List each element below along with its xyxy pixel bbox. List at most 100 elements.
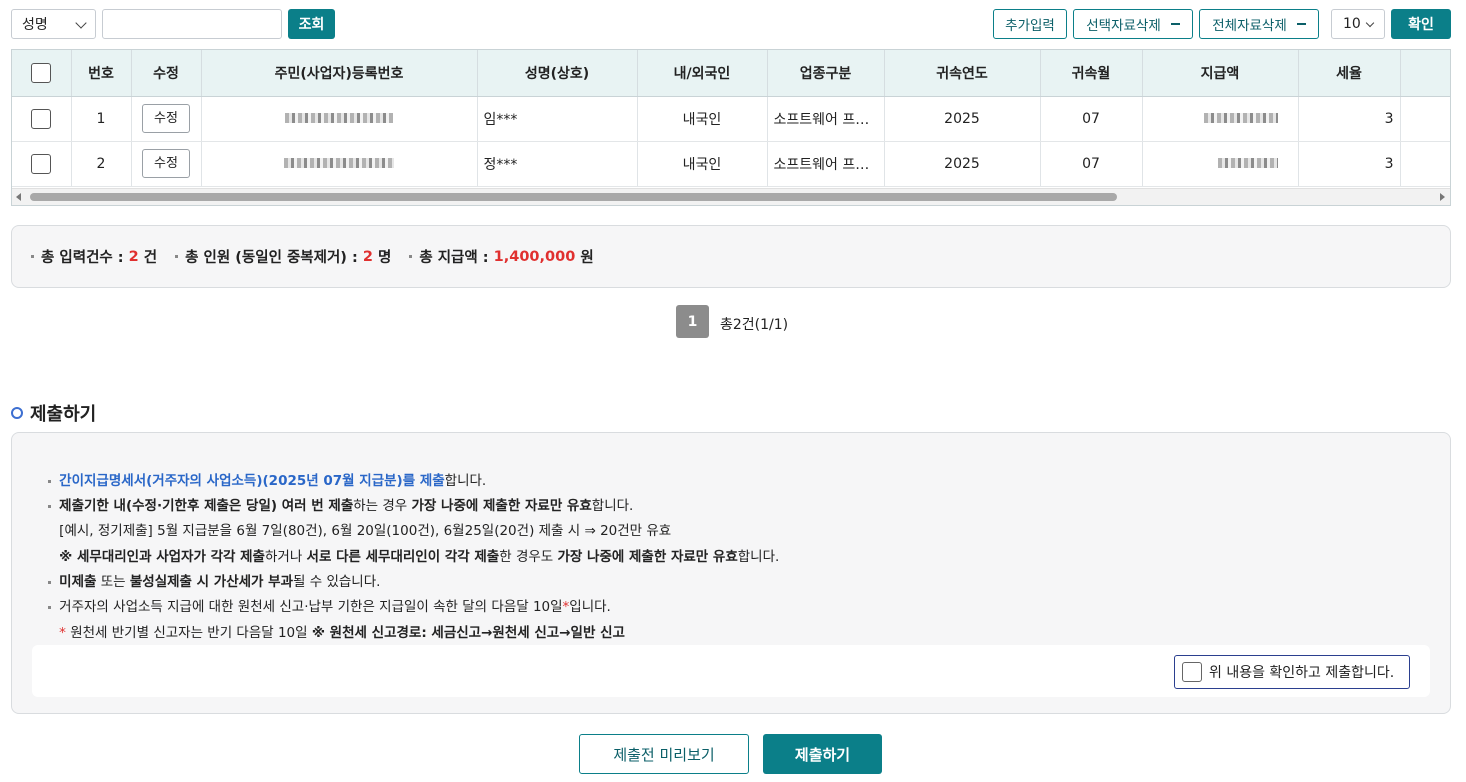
summary-count-value: 2	[128, 248, 139, 265]
summary-persons-unit: 명	[372, 250, 392, 266]
table-row: 1 수정 임*** 내국인 소프트웨어 프… 2025 07 3	[12, 96, 1450, 142]
summary-amount-value: 1,400,000	[493, 248, 576, 265]
summary-count: 총 입력건수 : 2 건	[31, 246, 157, 267]
col-header-empty	[1400, 50, 1450, 97]
row-number: 2	[71, 141, 132, 187]
masked-value	[284, 157, 394, 168]
summary-panel: 총 입력건수 : 2 건 총 인원 (동일인 중복제거) : 2 명 총 지급액…	[11, 225, 1451, 288]
row-select-cell[interactable]	[12, 96, 72, 142]
masked-value	[1203, 112, 1278, 123]
section-title-text: 제출하기	[30, 404, 97, 425]
masked-registration-number	[201, 96, 478, 142]
row-year: 2025	[884, 141, 1041, 187]
data-table: 번호 수정 주민(사업자)등록번호 성명(상호) 내/외국인 업종구분 귀속연도…	[12, 50, 1450, 187]
edit-cell: 수정	[131, 141, 202, 187]
page-info: 총2건(1/1)	[720, 317, 789, 333]
delete-selected-label: 선택자료삭제	[1086, 18, 1161, 34]
notice-text: 합니다.	[737, 549, 780, 565]
row-checkbox[interactable]	[31, 153, 52, 174]
col-header[interactable]: 번호	[71, 50, 132, 97]
col-header[interactable]: 수정	[131, 50, 202, 97]
submit-button[interactable]: 제출하기	[763, 734, 882, 774]
masked-amount	[1142, 96, 1299, 142]
asterisk-mark: *	[59, 625, 66, 641]
scroll-left-icon[interactable]	[16, 193, 21, 201]
scrollbar-thumb[interactable]	[30, 193, 1117, 201]
page-size-value: 10	[1343, 16, 1361, 32]
delete-selected-button[interactable]: 선택자료삭제	[1073, 9, 1193, 39]
delete-all-label: 전체자료삭제	[1212, 18, 1287, 34]
table-header-row: 번호 수정 주민(사업자)등록번호 성명(상호) 내/외국인 업종구분 귀속연도…	[12, 50, 1450, 97]
summary-persons: 총 인원 (동일인 중복제거) : 2 명	[175, 246, 391, 267]
row-business-type: 소프트웨어 프…	[767, 96, 885, 142]
confirm-checkbox-label[interactable]: 위 내용을 확인하고 제출합니다.	[1174, 655, 1410, 689]
confirm-checkbox[interactable]	[1182, 662, 1202, 682]
table-row: 2 수정 정*** 내국인 소프트웨어 프… 2025 07 3	[12, 141, 1450, 187]
chevron-down-icon	[75, 17, 87, 29]
bullet-icon	[409, 255, 413, 258]
bullet-icon	[175, 255, 179, 258]
col-header[interactable]: 내/외국인	[637, 50, 768, 97]
summary-amount-label: 총 지급액 :	[419, 250, 494, 266]
row-number: 1	[71, 96, 132, 142]
row-month: 07	[1040, 96, 1143, 142]
summary-amount: 총 지급액 : 1,400,000 원	[409, 246, 594, 267]
col-header[interactable]: 주민(사업자)등록번호	[201, 50, 478, 97]
col-header[interactable]: 지급액	[1142, 50, 1299, 97]
delete-all-button[interactable]: 전체자료삭제	[1199, 9, 1319, 39]
notice-text: 한 경우도	[499, 549, 558, 565]
row-tax-rate: 3	[1298, 141, 1401, 187]
bullet-icon	[31, 255, 34, 258]
row-name: 임***	[477, 96, 638, 142]
summary-persons-value: 2	[362, 248, 373, 265]
summary-count-unit: 건	[138, 250, 158, 266]
scroll-right-icon[interactable]	[1440, 193, 1445, 201]
row-name: 정***	[477, 141, 638, 187]
section-title: 제출하기	[11, 400, 96, 426]
search-button[interactable]: 조회	[288, 9, 335, 39]
masked-registration-number	[201, 141, 478, 187]
masked-amount	[1142, 141, 1299, 187]
masked-value	[1217, 157, 1278, 168]
edit-button[interactable]: 수정	[142, 149, 190, 178]
minus-icon	[1296, 23, 1306, 25]
notice-panel: 간이지급명세서(거주자의 사업소득)(2025년 07월 지급분)를 제출합니다…	[11, 432, 1451, 714]
col-header[interactable]: 세율	[1298, 50, 1401, 97]
summary-amount-unit: 원	[575, 250, 594, 266]
row-tax-rate: 3	[1298, 96, 1401, 142]
row-select-cell[interactable]	[12, 141, 72, 187]
preview-button[interactable]: 제출전 미리보기	[579, 734, 749, 774]
masked-value	[285, 112, 393, 123]
row-nationality: 내국인	[637, 96, 768, 142]
notice-text: 원천세 반기별 신고자는 반기 다음달 10일	[65, 625, 312, 641]
col-header[interactable]: 귀속연도	[884, 50, 1041, 97]
edit-button[interactable]: 수정	[142, 104, 190, 133]
circle-bullet-icon	[11, 407, 23, 419]
select-all-cell[interactable]	[12, 50, 72, 97]
row-extra	[1400, 96, 1450, 142]
col-header[interactable]: 업종구분	[767, 50, 885, 97]
confirm-checkbox-text: 위 내용을 확인하고 제출합니다.	[1209, 665, 1395, 681]
minus-icon	[1170, 23, 1180, 25]
search-input[interactable]	[102, 9, 282, 39]
col-header[interactable]: 귀속월	[1040, 50, 1143, 97]
edit-cell: 수정	[131, 96, 202, 142]
search-field-select[interactable]: 성명	[11, 9, 96, 39]
horizontal-scrollbar[interactable]	[12, 188, 1450, 205]
data-grid: 번호 수정 주민(사업자)등록번호 성명(상호) 내/외국인 업종구분 귀속연도…	[11, 49, 1451, 206]
row-business-type: 소프트웨어 프…	[767, 141, 885, 187]
select-all-checkbox[interactable]	[31, 62, 52, 83]
row-year: 2025	[884, 96, 1041, 142]
row-nationality: 내국인	[637, 141, 768, 187]
notice-bold: 가장 나중에 제출한 자료만 유효	[557, 549, 738, 565]
summary-persons-label: 총 인원 (동일인 중복제거) :	[185, 250, 363, 266]
notice-bold: ※ 원천세 신고경로: 세금신고→원천세 신고→일반 신고	[311, 625, 625, 641]
col-header[interactable]: 성명(상호)	[477, 50, 638, 97]
row-checkbox[interactable]	[31, 108, 52, 129]
page-number-button[interactable]: 1	[676, 305, 709, 338]
confirm-button[interactable]: 확인	[1391, 9, 1451, 39]
confirm-area: 위 내용을 확인하고 제출합니다.	[32, 645, 1430, 697]
add-input-button[interactable]: 추가입력	[993, 9, 1067, 39]
summary-count-label: 총 입력건수 :	[41, 250, 129, 266]
page-size-select[interactable]: 10	[1331, 9, 1385, 39]
